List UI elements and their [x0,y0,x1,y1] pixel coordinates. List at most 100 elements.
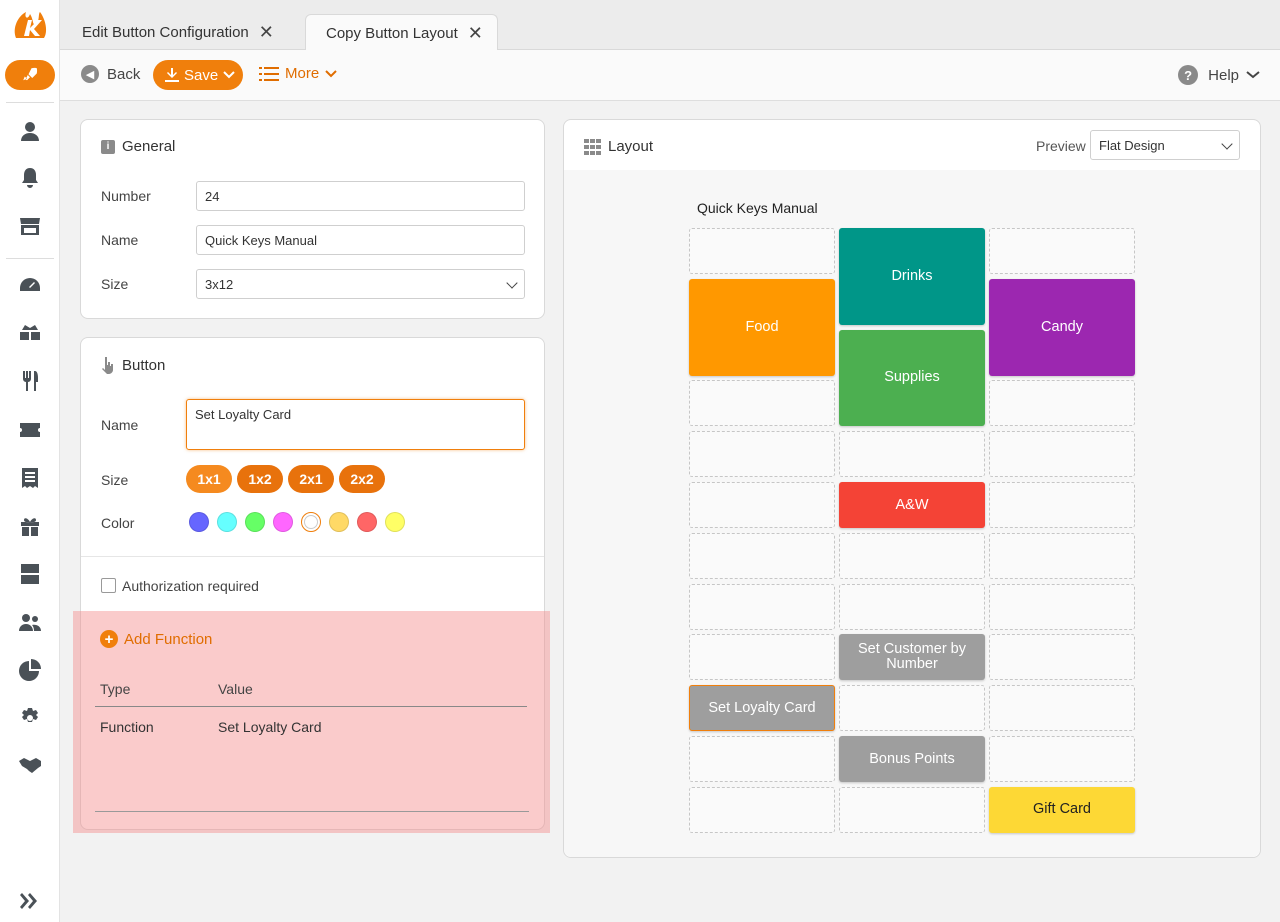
chevron-down-icon [1246,71,1260,79]
empty-grid-cell[interactable] [689,786,835,833]
info-icon: i [101,139,115,154]
layout-name-input[interactable]: Quick Keys Manual [196,225,525,255]
color-label: Color [101,515,135,531]
empty-grid-cell[interactable] [989,583,1135,630]
size-label: Size [101,276,129,292]
back-button[interactable]: ◀ Back [81,65,140,83]
pointer-hand-icon [102,357,113,374]
add-function-button[interactable]: + Add Function [100,630,212,648]
tab-copy-button-layout[interactable]: Copy Button Layout ✕ [305,14,498,51]
button-title: Button [101,356,165,374]
layout-preview-area: Quick Keys Manual Drinks Food Candy Supplie… [564,170,1260,857]
empty-grid-cell[interactable] [989,736,1135,782]
plus-circle-icon: + [100,630,118,648]
layout-button-set-customer-by-number[interactable]: Set Customer by Number [839,634,985,681]
empty-grid-cell[interactable] [989,482,1135,528]
help-label: Help [1208,66,1239,84]
color-swatch[interactable] [357,512,377,532]
layout-button-set-loyalty-card[interactable]: Set Loyalty Card [689,685,835,732]
empty-grid-cell[interactable] [989,685,1135,732]
empty-grid-cell[interactable] [689,431,835,478]
size-1x2-button[interactable]: 1x2 [237,465,283,493]
layout-button-a-w[interactable]: A&W [839,482,985,528]
sidebar [0,0,60,922]
app-logo[interactable] [10,8,50,42]
color-swatch[interactable] [385,512,405,532]
pie-chart-icon[interactable] [16,656,44,684]
layout-button-candy[interactable]: Candy [989,278,1135,376]
more-button[interactable]: More [259,65,337,82]
layout-button-food[interactable]: Food [689,278,835,376]
empty-grid-cell[interactable] [689,583,835,630]
empty-grid-cell[interactable] [689,532,835,579]
utensils-icon[interactable] [16,367,44,395]
expand-sidebar-icon[interactable] [16,887,44,915]
number-label: Number [101,188,151,204]
bell-icon[interactable] [16,164,44,192]
empty-grid-cell[interactable] [989,228,1135,274]
layout-button-supplies[interactable]: Supplies [839,329,985,427]
save-button[interactable]: Save [153,60,243,90]
empty-grid-cell[interactable] [989,380,1135,427]
empty-grid-cell[interactable] [689,736,835,782]
tab-edit-button-configuration[interactable]: Edit Button Configuration ✕ [62,14,288,50]
app-logo-icon [14,12,47,38]
dashboard-icon[interactable] [16,272,44,300]
layout-size-select[interactable]: 3x12 [196,269,525,299]
color-swatch[interactable] [245,512,265,532]
empty-grid-cell[interactable] [839,685,985,732]
number-input[interactable]: 24 [196,181,525,211]
help-button[interactable]: ? Help [1178,65,1260,85]
name-label: Name [101,232,139,248]
handshake-icon[interactable] [16,751,44,779]
rocket-icon [23,67,38,81]
layout-button-gift-card[interactable]: Gift Card [989,786,1135,833]
arrow-left-icon: ◀ [81,65,99,83]
gift-icon[interactable] [16,512,44,540]
save-label: Save [184,66,219,84]
receipt-icon[interactable] [16,464,44,492]
empty-grid-cell[interactable] [989,634,1135,681]
empty-grid-cell[interactable] [839,786,985,833]
preview-label: Preview [1036,138,1086,154]
layout-button-bonus-points[interactable]: Bonus Points [839,736,985,782]
back-label: Back [107,65,141,83]
authorization-checkbox[interactable] [101,578,116,593]
color-swatch[interactable] [217,512,237,532]
tab-label: Edit Button Configuration [82,23,249,41]
size-2x1-button[interactable]: 2x1 [288,465,334,493]
preview-select[interactable]: Flat Design [1090,130,1240,160]
table-row[interactable]: Function Set Loyalty Card [95,711,527,741]
button-name-textarea[interactable]: Set Loyalty Card [186,399,525,450]
chevron-down-icon [1221,138,1233,150]
empty-grid-cell[interactable] [989,532,1135,579]
function-section: + Add Function Type Value Function Set L… [73,611,550,833]
users-icon[interactable] [16,608,44,636]
button-name-label: Name [101,417,139,433]
rocket-button[interactable] [5,60,55,90]
color-swatch[interactable] [329,512,349,532]
close-icon[interactable]: ✕ [468,24,483,42]
empty-grid-cell[interactable] [839,431,985,478]
size-1x1-button[interactable]: 1x1 [186,465,232,493]
empty-grid-cell[interactable] [689,380,835,427]
size-2x2-button[interactable]: 2x2 [339,465,385,493]
ticket-icon[interactable] [16,416,44,444]
cabinet-icon[interactable] [16,560,44,588]
color-swatch[interactable] [301,512,321,532]
user-icon[interactable] [16,117,44,145]
empty-grid-cell[interactable] [689,228,835,274]
color-swatch[interactable] [189,512,209,532]
column-header-value: Value [218,681,253,697]
empty-grid-cell[interactable] [689,634,835,681]
empty-grid-cell[interactable] [839,583,985,630]
empty-grid-cell[interactable] [839,532,985,579]
gear-icon[interactable] [16,704,44,732]
close-icon[interactable]: ✕ [259,23,274,41]
layout-button-drinks[interactable]: Drinks [839,228,985,325]
store-icon[interactable] [16,212,44,240]
boxes-icon[interactable] [16,320,44,348]
empty-grid-cell[interactable] [989,431,1135,478]
color-swatch[interactable] [273,512,293,532]
empty-grid-cell[interactable] [689,482,835,528]
